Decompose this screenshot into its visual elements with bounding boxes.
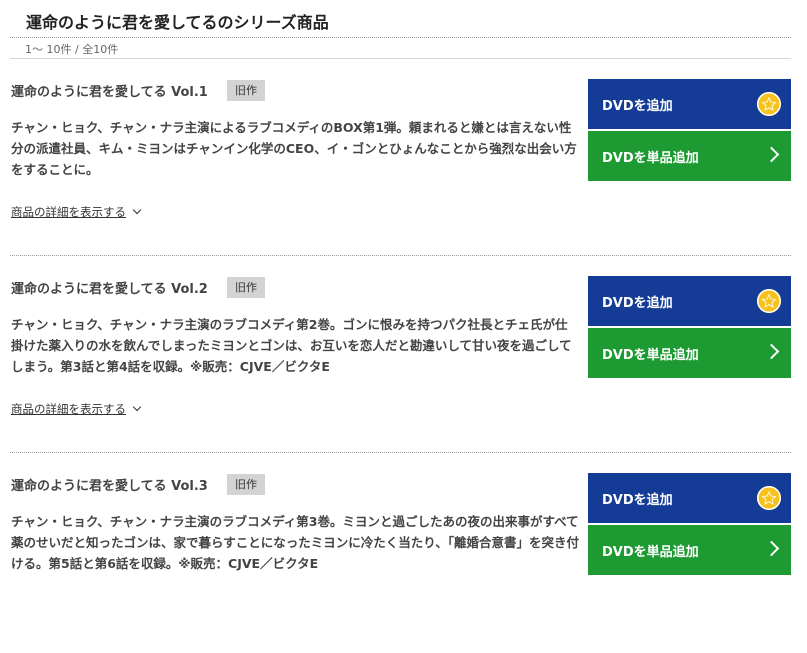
add-single-dvd-label: DVDを単品追加 bbox=[602, 545, 699, 560]
title-divider bbox=[10, 37, 791, 38]
product-item: 運命のように君を愛してる Vol.3 旧作 チャン・ヒョク、チャン・ナラ主演のラ… bbox=[0, 473, 807, 653]
result-count: 1〜 10件 / 全10件 bbox=[25, 43, 119, 56]
chevron-right-icon bbox=[763, 540, 780, 557]
old-title-badge: 旧作 bbox=[227, 277, 265, 298]
star-icon bbox=[757, 289, 781, 313]
show-details-label: 商品の詳細を表示する bbox=[11, 402, 126, 416]
product-title: 運命のように君を愛してる Vol.1 bbox=[11, 85, 208, 100]
chevron-right-icon bbox=[763, 146, 780, 163]
product-description: チャン・ヒョク、チャン・ナラ主演のラブコメディ第2巻。ゴンに恨みを持つパク社長と… bbox=[11, 317, 572, 374]
show-details-label: 商品の詳細を表示する bbox=[11, 205, 126, 219]
chevron-right-icon bbox=[763, 343, 780, 360]
add-single-dvd-button[interactable]: DVDを単品追加 bbox=[588, 131, 791, 181]
add-dvd-button[interactable]: DVDを追加 bbox=[588, 473, 791, 523]
add-dvd-button[interactable]: DVDを追加 bbox=[588, 79, 791, 129]
product-item: 運命のように君を愛してる Vol.2 旧作 チャン・ヒョク、チャン・ナラ主演のラ… bbox=[0, 276, 807, 456]
add-single-dvd-button[interactable]: DVDを単品追加 bbox=[588, 525, 791, 575]
add-single-dvd-button[interactable]: DVDを単品追加 bbox=[588, 328, 791, 378]
chevron-down-icon bbox=[132, 402, 142, 412]
show-details-link[interactable]: 商品の詳細を表示する bbox=[11, 204, 142, 220]
show-details-link[interactable]: 商品の詳細を表示する bbox=[11, 401, 142, 417]
add-dvd-label: DVDを追加 bbox=[602, 493, 673, 508]
old-title-badge: 旧作 bbox=[227, 474, 265, 495]
product-title: 運命のように君を愛してる Vol.2 bbox=[11, 282, 208, 297]
add-single-dvd-label: DVDを単品追加 bbox=[602, 151, 699, 166]
add-dvd-label: DVDを追加 bbox=[602, 99, 673, 114]
add-single-dvd-label: DVDを単品追加 bbox=[602, 348, 699, 363]
product-description: チャン・ヒョク、チャン・ナラ主演のラブコメディ第3巻。ミヨンと過ごしたあの夜の出… bbox=[11, 514, 580, 571]
product-item: 運命のように君を愛してる Vol.1 旧作 チャン・ヒョク、チャン・ナラ主演によ… bbox=[0, 79, 807, 259]
star-icon bbox=[757, 486, 781, 510]
chevron-down-icon bbox=[132, 205, 142, 215]
page-title: 運命のように君を愛してるのシリーズ商品 bbox=[26, 13, 329, 32]
count-divider bbox=[10, 58, 791, 59]
item-divider bbox=[10, 255, 791, 256]
add-dvd-label: DVDを追加 bbox=[602, 296, 673, 311]
old-title-badge: 旧作 bbox=[227, 80, 265, 101]
product-title: 運命のように君を愛してる Vol.3 bbox=[11, 479, 208, 494]
star-icon bbox=[757, 92, 781, 116]
add-dvd-button[interactable]: DVDを追加 bbox=[588, 276, 791, 326]
item-divider bbox=[10, 452, 791, 453]
product-description: チャン・ヒョク、チャン・ナラ主演によるラブコメディのBOX第1弾。頼まれると嫌と… bbox=[11, 120, 577, 177]
